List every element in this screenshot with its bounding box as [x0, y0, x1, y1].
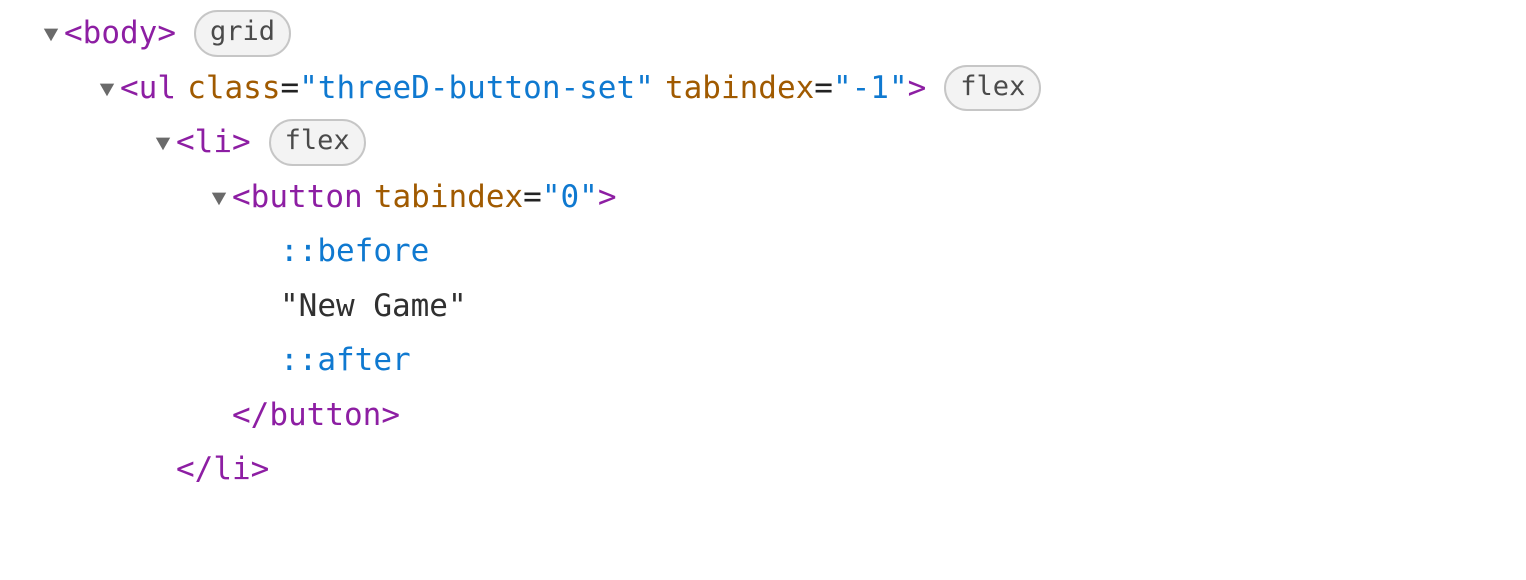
tag-bracket: < — [232, 174, 251, 221]
tag-name: body — [83, 10, 158, 57]
tag-name: li — [213, 446, 250, 493]
tree-row[interactable]: <body> grid — [42, 6, 1526, 61]
expand-chevron-icon[interactable] — [42, 25, 60, 43]
tree-row[interactable]: <buttontabindex="0"> — [42, 170, 1526, 225]
expand-chevron-icon[interactable] — [154, 134, 172, 152]
expand-chevron-icon[interactable] — [98, 80, 116, 98]
layout-badge[interactable]: grid — [194, 10, 291, 57]
tag-name: button — [251, 174, 363, 221]
tag-bracket: > — [908, 65, 927, 112]
tree-row[interactable]: </button> — [42, 388, 1526, 443]
layout-badge[interactable]: flex — [269, 119, 366, 166]
tree-row[interactable]: ::after — [42, 333, 1526, 388]
pseudo-element: ::before — [280, 228, 429, 275]
tree-row[interactable]: </li> — [42, 442, 1526, 497]
tree-row[interactable]: <ulclass="threeD-button-set"tabindex="-1… — [42, 61, 1526, 116]
chevron-spacer — [258, 352, 276, 370]
tag-bracket: > — [598, 174, 617, 221]
attribute-equals: = — [523, 174, 542, 221]
tag-bracket: < — [64, 10, 83, 57]
dom-tree-panel: <body>grid<ulclass="threeD-button-set"ta… — [0, 0, 1526, 497]
tag-bracket: > — [381, 392, 400, 439]
tag-name: button — [269, 392, 381, 439]
tag-bracket: > — [157, 10, 176, 57]
attribute-name: tabindex — [374, 174, 523, 221]
tag-bracket: > — [251, 446, 270, 493]
text-node: "New Game" — [280, 283, 467, 330]
tag-name: li — [195, 119, 232, 166]
tag-bracket: < — [176, 119, 195, 166]
tree-row[interactable]: "New Game" — [42, 279, 1526, 334]
attribute-value: "-1" — [833, 65, 908, 112]
expand-chevron-icon[interactable] — [210, 189, 228, 207]
attribute-value: "threeD-button-set" — [299, 65, 654, 112]
chevron-spacer — [258, 243, 276, 261]
tree-row[interactable]: ::before — [42, 224, 1526, 279]
tag-name: ul — [139, 65, 176, 112]
attribute-equals: = — [814, 65, 833, 112]
tag-bracket: </ — [176, 446, 213, 493]
tag-bracket: < — [120, 65, 139, 112]
attribute-name: tabindex — [665, 65, 814, 112]
chevron-spacer — [154, 461, 172, 479]
tree-row[interactable]: <li> flex — [42, 115, 1526, 170]
attribute-name: class — [187, 65, 280, 112]
attribute-equals: = — [281, 65, 300, 112]
chevron-spacer — [258, 298, 276, 316]
layout-badge[interactable]: flex — [944, 65, 1041, 112]
attribute-value: "0" — [542, 174, 598, 221]
tag-bracket: > — [232, 119, 251, 166]
tag-bracket: </ — [232, 392, 269, 439]
pseudo-element: ::after — [280, 337, 411, 384]
chevron-spacer — [210, 407, 228, 425]
